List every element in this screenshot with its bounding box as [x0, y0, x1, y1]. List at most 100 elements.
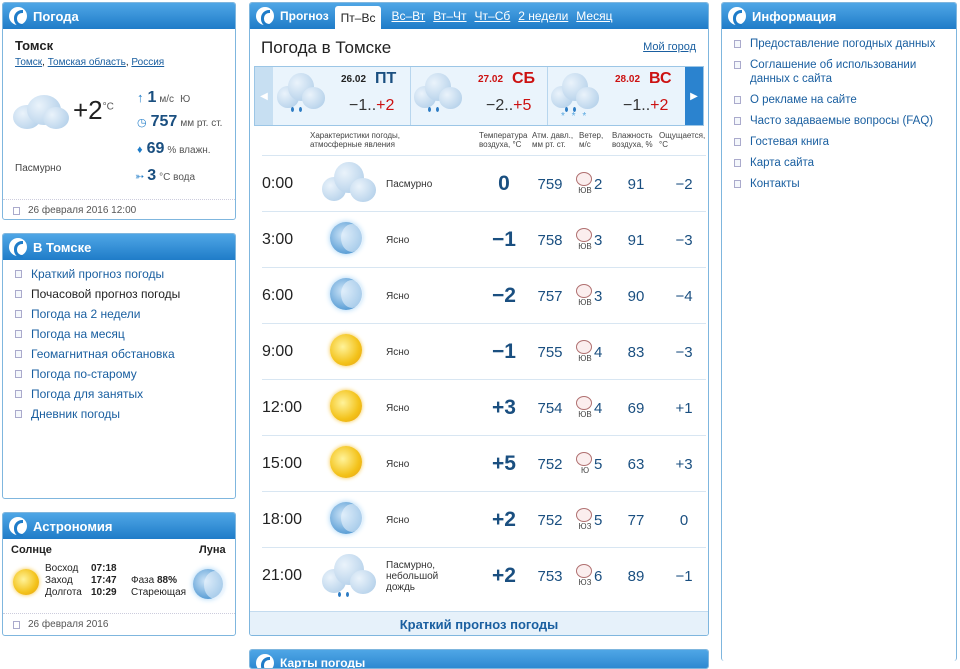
info-link-label[interactable]: Карта сайта: [750, 156, 814, 170]
row-time: 9:00: [262, 343, 294, 360]
forecast-tab[interactable]: Чт–Сб: [471, 9, 515, 29]
info-link-item[interactable]: Карта сайта: [734, 156, 952, 170]
bullet-icon: [15, 370, 22, 378]
forecast-row: 3:00 Ясно −1 758 ЮВ 3 91 −3: [262, 211, 706, 267]
info-link-label[interactable]: Гостевая книга: [750, 135, 829, 149]
city-link-item[interactable]: Дневник погоды: [15, 404, 180, 424]
overcast-cloud-icon: [322, 162, 376, 203]
moon-icon: [193, 569, 226, 599]
wind-direction-label: ЮЗ: [578, 522, 592, 531]
forecast-row: 21:00 Пасмурно, небольшой дождь +2 753 ЮЗ 6 89…: [262, 547, 706, 603]
day-card[interactable]: 27.02 СБ −2..+5: [412, 67, 548, 125]
forecast-tabs: Пт–Вс Вс–Вт Вт–Чт Чт–Сб 2 недели Месяц: [334, 3, 617, 29]
city-link-label[interactable]: Погода на месяц: [31, 327, 125, 341]
forecast-row: 6:00 Ясно −2 757 ЮВ 3 90 −4: [262, 267, 706, 323]
forecast-tab[interactable]: Месяц: [572, 9, 616, 29]
short-forecast-link[interactable]: Краткий прогноз погоды: [400, 617, 559, 632]
city-link-item[interactable]: Геомагнитная обстановка: [15, 344, 180, 364]
bullet-icon: [734, 117, 741, 125]
city-link-label[interactable]: Погода для занятых: [31, 387, 143, 401]
current-weather-icon: [13, 95, 69, 135]
wind-direction-icon: ЮВ: [576, 172, 592, 196]
bullet-icon: [15, 310, 22, 318]
city-link-label[interactable]: Погода по-старому: [31, 367, 137, 381]
info-link-item[interactable]: О рекламе на сайте: [734, 93, 952, 107]
rain-cloud-icon: [322, 554, 376, 597]
bullet-icon: [15, 290, 22, 298]
row-pressure: 755: [537, 343, 563, 361]
city-link-label[interactable]: Погода на 2 недели: [31, 307, 141, 321]
info-link-label[interactable]: Предоставление погодных данных: [750, 37, 935, 51]
raindrop-icon: [435, 106, 439, 112]
calendar-icon: [13, 620, 20, 629]
forecast-tab[interactable]: Вс–Вт: [387, 9, 429, 29]
column-headers: Характеристики погоды, атмосферные явлен…: [250, 129, 708, 155]
forecast-tab[interactable]: Пт–Вс: [334, 6, 382, 29]
bullet-icon: [734, 40, 741, 48]
city-link-item[interactable]: Погода на месяц: [15, 324, 180, 344]
row-humidity: 77: [627, 511, 645, 529]
astronomy-title: Астрономия: [33, 518, 113, 534]
bullet-icon: [734, 138, 741, 146]
forecast-row: 18:00 Ясно +2 752 ЮЗ 5 77 0: [262, 491, 706, 547]
city-link-item[interactable]: Погода на 2 недели: [15, 304, 180, 324]
weather-panel: Погода Томск Томск, Томская область, Рос…: [2, 2, 236, 220]
city-link-item[interactable]: Почасовой прогноз погоды: [15, 284, 180, 304]
sun-icon: [13, 569, 39, 595]
bullet-icon: [15, 330, 22, 338]
city-link-item[interactable]: Краткий прогноз погоды: [15, 264, 180, 284]
logo-icon: [256, 654, 274, 668]
row-wind: ЮЗ 5: [576, 492, 608, 548]
info-link-label[interactable]: Часто задаваемые вопросы (FAQ): [750, 114, 933, 128]
row-pressure: 757: [537, 287, 563, 305]
info-link-item[interactable]: Соглашение об использовании данных с сай…: [734, 58, 952, 86]
wind-speed: 4: [594, 343, 603, 361]
forecast-row: 0:00 Пасмурно 0 759 ЮВ 2 91 −2: [262, 155, 706, 211]
breadcrumb: Томск, Томская область, Россия: [15, 57, 165, 68]
clock-icon: ◷: [137, 117, 147, 129]
forecast-title: Прогноз: [280, 9, 329, 23]
row-pressure: 759: [537, 175, 563, 193]
next-days-button[interactable]: ▶: [685, 67, 703, 125]
info-link-label[interactable]: Контакты: [750, 177, 800, 191]
city-link-item[interactable]: Погода для занятых: [15, 384, 180, 404]
prev-days-button[interactable]: ◀: [255, 67, 273, 125]
city-link-label[interactable]: Краткий прогноз погоды: [31, 267, 164, 281]
day-temp-range: −2..+5: [486, 97, 532, 114]
forecast-tab[interactable]: Вт–Чт: [429, 9, 470, 29]
info-link-item[interactable]: Гостевая книга: [734, 135, 952, 149]
info-link-item[interactable]: Контакты: [734, 177, 952, 191]
footer-bar: Краткий прогноз погоды: [250, 611, 708, 635]
my-city-link[interactable]: Мой город: [643, 41, 696, 53]
wind-direction-icon: ЮВ: [576, 228, 592, 252]
wind-speed: 3: [594, 231, 603, 249]
city-link-item[interactable]: Погода по-старому: [15, 364, 180, 384]
info-link-item[interactable]: Предоставление погодных данных: [734, 37, 952, 51]
day-card[interactable]: 26.02 ПТ −1..+2: [275, 67, 411, 125]
info-link-label[interactable]: О рекламе на сайте: [750, 93, 857, 107]
weather-maps-panel: Карты погоды: [249, 649, 709, 669]
breadcrumb-region[interactable]: Томская область: [48, 57, 126, 68]
fish-icon: ➳: [135, 171, 145, 183]
day-temp-range: −1..+2: [623, 97, 669, 114]
raindrop-icon: [298, 106, 302, 112]
row-humidity: 63: [627, 455, 645, 473]
city-link-label[interactable]: Геомагнитная обстановка: [31, 347, 175, 361]
info-link-label[interactable]: Соглашение об использовании данных с сай…: [750, 58, 952, 86]
info-link-item[interactable]: Часто задаваемые вопросы (FAQ): [734, 114, 952, 128]
raindrop-icon: [338, 591, 342, 597]
row-wind: ЮВ 4: [576, 324, 608, 380]
row-time: 12:00: [262, 399, 303, 416]
breadcrumb-city[interactable]: Томск: [15, 57, 42, 68]
day-date: 26.02: [341, 74, 367, 85]
breadcrumb-country[interactable]: Россия: [131, 57, 164, 68]
weather-maps-header: Карты погоды: [250, 650, 708, 668]
wind-line: ↑ 1 м/с Ю: [137, 89, 191, 106]
forecast-tab[interactable]: 2 недели: [514, 9, 572, 29]
row-time: 21:00: [262, 567, 303, 584]
city-link-label[interactable]: Почасовой прогноз погоды: [31, 287, 180, 301]
moon-phase: Фаза 88% Стареющая: [131, 575, 187, 598]
row-phenomena: Ясно: [386, 514, 410, 526]
city-link-label[interactable]: Дневник погоды: [31, 407, 120, 421]
day-card[interactable]: * * * 28.02 ВС −1..+2: [549, 67, 685, 125]
